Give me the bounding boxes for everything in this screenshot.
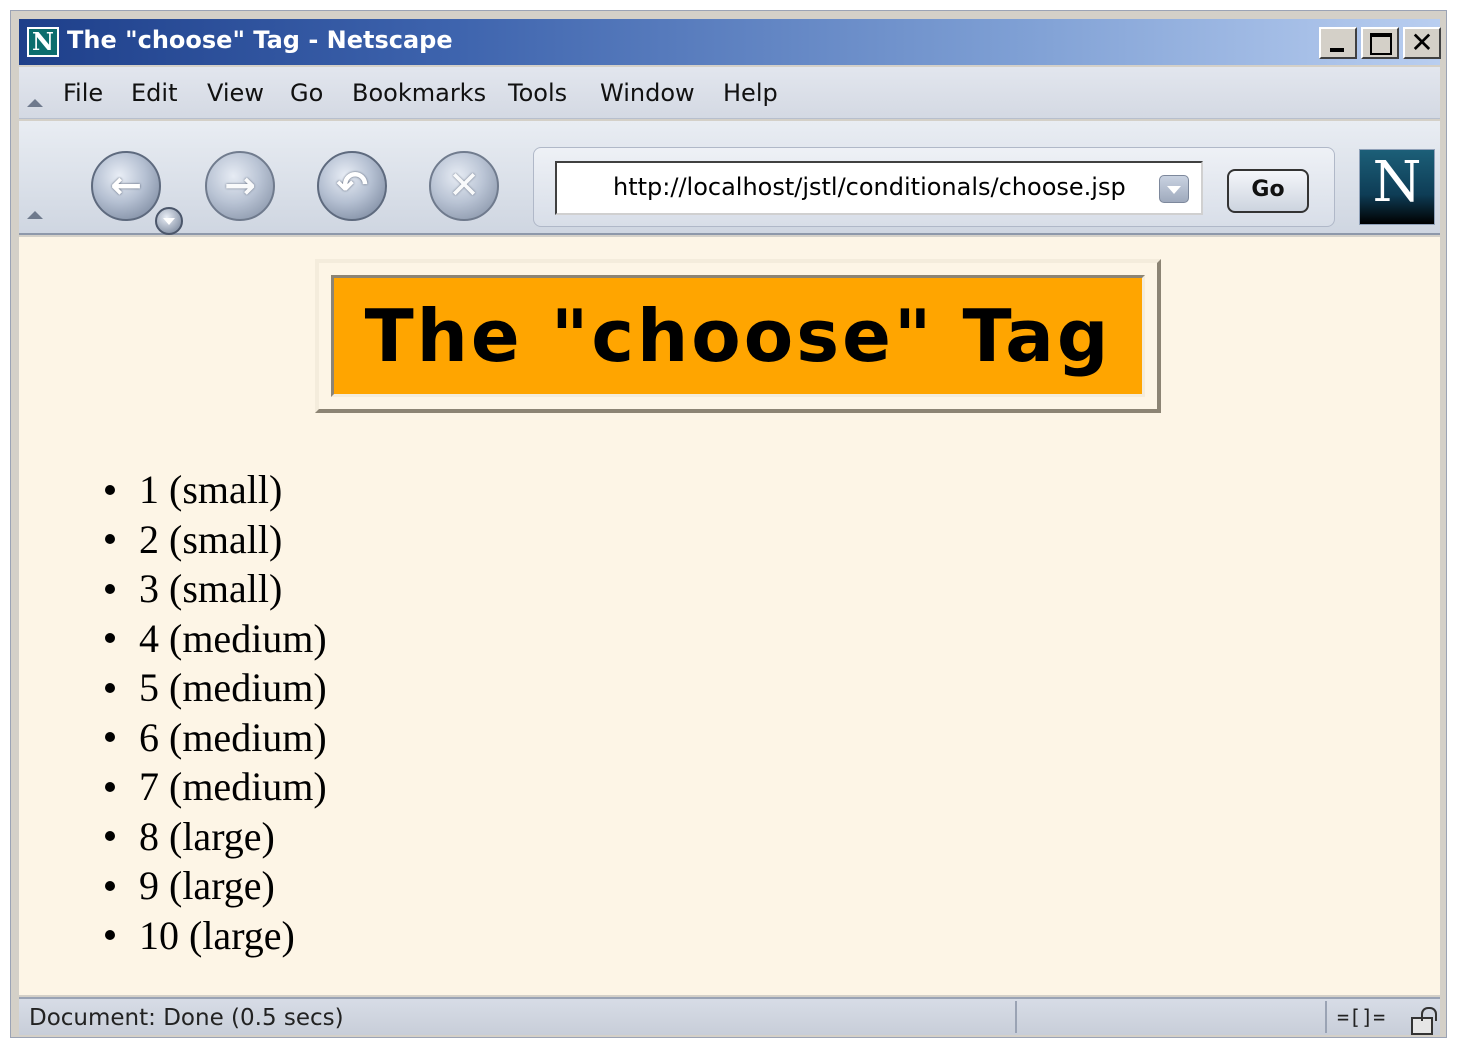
forward-button[interactable]: → — [205, 151, 275, 221]
list-item-text: 8 (large) — [139, 813, 275, 859]
menu-tools[interactable]: Tools — [508, 79, 567, 107]
security-lock-icon[interactable] — [1411, 1007, 1437, 1035]
page-content: The "choose" Tag 1 (small) 2 (small) 3 (… — [19, 237, 1440, 995]
online-connection-icon[interactable]: =[]= — [1337, 1005, 1401, 1029]
close-button[interactable]: ✕ — [1403, 26, 1441, 59]
list-item-text: 1 (small) — [139, 467, 283, 512]
list-item: 9 (large) — [105, 861, 327, 911]
navigation-toolbar: ← → ↶ ✕ http://localhost/jstl/conditiona… — [19, 121, 1440, 235]
list-item: 4 (medium) — [105, 614, 327, 664]
bullet-icon — [105, 583, 115, 594]
list-item: 7 (medium) — [105, 762, 327, 812]
menu-edit[interactable]: Edit — [131, 79, 177, 107]
forward-icon: → — [224, 163, 256, 207]
list-item-text: 2 (small) — [139, 516, 283, 562]
bullet-icon — [105, 880, 115, 891]
close-icon: ✕ — [1410, 26, 1434, 59]
list-item-text: 6 (medium) — [139, 714, 327, 760]
page-title: The "choose" Tag — [364, 294, 1112, 378]
minimize-button[interactable] — [1319, 27, 1357, 59]
list-item: 3 (small) — [105, 564, 327, 614]
bullet-icon — [105, 930, 115, 941]
list-item: 6 (medium) — [105, 713, 327, 763]
url-input[interactable]: http://localhost/jstl/conditionals/choos… — [555, 161, 1203, 215]
reload-icon: ↶ — [336, 163, 368, 207]
bullet-icon — [105, 781, 115, 792]
netscape-app-icon[interactable]: N — [27, 27, 59, 57]
bullet-icon — [105, 732, 115, 743]
heading-cell: The "choose" Tag — [331, 275, 1145, 397]
menu-view[interactable]: View — [207, 79, 264, 107]
bullet-icon — [105, 484, 115, 495]
bullet-icon — [105, 682, 115, 693]
browser-window: N The "choose" Tag - Netscape ✕ File Edi… — [10, 10, 1447, 1038]
bullet-icon — [105, 534, 115, 545]
status-text: Document: Done (0.5 secs) — [29, 1005, 344, 1031]
item-list: 1 (small) 2 (small) 3 (small) 4 (medium)… — [105, 465, 327, 960]
list-item-text: 9 (large) — [139, 863, 275, 908]
netscape-logo[interactable]: N — [1359, 149, 1435, 225]
bullet-icon — [105, 633, 115, 644]
url-history-dropdown-icon[interactable] — [1159, 175, 1189, 203]
window-title: The "choose" Tag - Netscape — [67, 26, 453, 54]
list-item-text: 3 (small) — [139, 566, 283, 611]
reload-button[interactable]: ↶ — [317, 151, 387, 221]
list-item-text: 5 (medium) — [139, 665, 327, 710]
menu-help[interactable]: Help — [723, 79, 778, 107]
back-icon: ← — [110, 163, 142, 207]
list-item: 1 (small) — [105, 465, 327, 515]
title-bar[interactable]: N The "choose" Tag - Netscape ✕ — [19, 19, 1441, 65]
heading-table: The "choose" Tag — [315, 259, 1161, 413]
go-button[interactable]: Go — [1227, 169, 1309, 213]
status-divider — [1325, 1001, 1327, 1033]
status-divider — [1015, 1001, 1017, 1033]
back-history-dropdown-icon[interactable] — [155, 207, 183, 235]
menu-go[interactable]: Go — [290, 79, 323, 107]
stop-icon: ✕ — [448, 163, 480, 207]
menu-window[interactable]: Window — [600, 79, 695, 107]
status-bar: Document: Done (0.5 secs) =[]= — [19, 997, 1440, 1035]
stop-button[interactable]: ✕ — [429, 151, 499, 221]
list-item: 8 (large) — [105, 812, 327, 862]
menu-bookmarks[interactable]: Bookmarks — [352, 79, 486, 107]
list-item: 10 (large) — [105, 911, 327, 961]
maximize-button[interactable] — [1361, 27, 1399, 59]
list-item: 5 (medium) — [105, 663, 327, 713]
list-item-text: 4 (medium) — [139, 615, 327, 661]
menu-bar: File Edit View Go Bookmarks Tools Window… — [19, 67, 1440, 119]
list-item: 2 (small) — [105, 515, 327, 565]
menubar-grip-icon[interactable] — [23, 99, 45, 109]
list-item-text: 10 (large) — [139, 912, 295, 958]
toolbar-grip-icon[interactable] — [23, 211, 45, 221]
back-button[interactable]: ← — [91, 151, 161, 221]
list-item-text: 7 (medium) — [139, 764, 327, 809]
bullet-icon — [105, 831, 115, 842]
menu-file[interactable]: File — [63, 79, 103, 107]
